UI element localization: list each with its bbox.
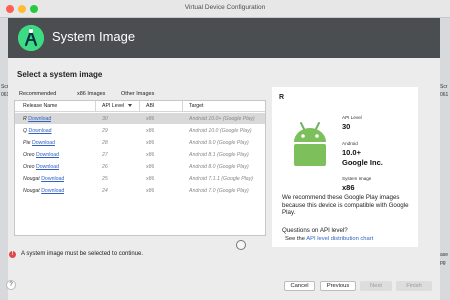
refresh-icon[interactable] bbox=[236, 240, 246, 250]
download-link[interactable]: Download bbox=[28, 116, 51, 122]
see-chart-line: See the API level distribution chart bbox=[285, 236, 373, 242]
abi-cell: x86 bbox=[146, 139, 155, 146]
abi-cell: x86 bbox=[146, 115, 155, 122]
api-level-cell: 26 bbox=[102, 163, 108, 170]
questions-text: Questions on API level? bbox=[282, 227, 348, 234]
column-header-api[interactable]: API Level bbox=[102, 103, 124, 109]
dialog-header: System Image bbox=[8, 18, 440, 58]
release-name: R bbox=[23, 115, 27, 122]
window-title: Virtual Device Configuration bbox=[184, 4, 266, 11]
background-text: 061 bbox=[440, 92, 449, 98]
see-prefix: See the bbox=[285, 236, 307, 242]
help-button[interactable]: ? bbox=[6, 280, 16, 290]
api-level-value: 30 bbox=[342, 122, 351, 131]
release-name: Oreo bbox=[23, 163, 35, 170]
target-cell: Android 8.1 (Google Play) bbox=[189, 151, 249, 158]
table-row[interactable]: Q Download 29 x86 Android 10.0 (Google P… bbox=[15, 125, 265, 136]
api-level-cell: 30 bbox=[102, 115, 108, 122]
table-row[interactable]: R Download 30 x86 Android 10.0+ (Google … bbox=[15, 113, 265, 124]
download-link[interactable]: Download bbox=[32, 140, 55, 146]
previous-button[interactable]: Previous bbox=[320, 281, 356, 291]
image-detail-panel: R API Level 30 Android 10.0+ Google Inc.… bbox=[272, 87, 418, 247]
android-label: Android bbox=[342, 141, 358, 146]
detail-title: R bbox=[279, 94, 285, 101]
error-icon: ! bbox=[9, 251, 16, 258]
abi-cell: x86 bbox=[146, 163, 155, 170]
background-text: pg bbox=[440, 260, 446, 266]
table-row[interactable]: Nougat Download 24 x86 Android 7.0 (Goog… bbox=[15, 185, 265, 196]
system-image-label: System Image bbox=[342, 176, 372, 181]
error-text: A system image must be selected to conti… bbox=[21, 251, 144, 257]
target-cell: Android 10.0 (Google Play) bbox=[189, 127, 252, 134]
download-link[interactable]: Download bbox=[36, 152, 59, 158]
download-link[interactable]: Download bbox=[36, 164, 59, 170]
column-header-release[interactable]: Release Name bbox=[23, 103, 57, 109]
system-image-table: Release Name API Level ABI Target R Down… bbox=[14, 100, 266, 236]
sort-descending-icon bbox=[128, 104, 132, 107]
android-studio-logo-icon bbox=[18, 25, 44, 51]
table-row[interactable]: Oreo Download 26 x86 Android 8.0 (Google… bbox=[15, 161, 265, 172]
target-cell: Android 10.0+ (Google Play) bbox=[189, 115, 255, 122]
system-image-value: x86 bbox=[342, 183, 355, 192]
abi-cell: x86 bbox=[146, 151, 155, 158]
api-level-cell: 28 bbox=[102, 139, 108, 146]
release-name: Oreo bbox=[23, 151, 35, 158]
target-cell: Android 8.0 (Google Play) bbox=[189, 163, 249, 170]
release-name: Q bbox=[23, 127, 28, 134]
recommendation-text: We recommend these Google Play images be… bbox=[282, 194, 409, 217]
background-text: Scr bbox=[440, 84, 448, 90]
abi-cell: x86 bbox=[146, 175, 155, 182]
next-button[interactable]: Next bbox=[360, 281, 392, 291]
target-cell: Android 7.1.1 (Google Play) bbox=[189, 175, 254, 182]
download-link[interactable]: Download bbox=[29, 128, 52, 134]
finish-button[interactable]: Finish bbox=[396, 281, 432, 291]
api-level-cell: 24 bbox=[102, 187, 108, 194]
background-text: ase bbox=[440, 252, 449, 258]
column-header-abi[interactable]: ABI bbox=[146, 103, 154, 109]
abi-cell: x86 bbox=[146, 127, 155, 134]
table-row[interactable]: Oreo Download 27 x86 Android 8.1 (Google… bbox=[15, 149, 265, 160]
table-row[interactable]: Nougat Download 25 x86 Android 7.1.1 (Go… bbox=[15, 173, 265, 184]
vendor-value: Google Inc. bbox=[342, 158, 383, 167]
api-distribution-link[interactable]: API level distribution chart bbox=[306, 236, 373, 242]
android-robot-icon bbox=[294, 122, 326, 166]
table-header: Release Name API Level ABI Target bbox=[15, 101, 265, 112]
column-divider bbox=[95, 101, 96, 112]
abi-cell: x86 bbox=[146, 187, 155, 194]
window-titlebar: Virtual Device Configuration bbox=[0, 0, 450, 18]
target-cell: Android 9.0 (Google Play) bbox=[189, 139, 249, 146]
api-level-cell: 27 bbox=[102, 151, 108, 158]
api-level-cell: 29 bbox=[102, 127, 108, 134]
cancel-button[interactable]: Cancel bbox=[284, 281, 315, 291]
release-name: Pie bbox=[23, 139, 31, 146]
page-title: System Image bbox=[52, 29, 136, 44]
release-name: Nougat bbox=[23, 187, 40, 194]
section-title: Select a system image bbox=[17, 70, 103, 79]
column-divider bbox=[182, 101, 183, 112]
download-link[interactable]: Download bbox=[41, 188, 64, 194]
target-cell: Android 7.0 (Google Play) bbox=[189, 187, 249, 194]
api-level-label: API Level bbox=[342, 115, 362, 120]
table-row[interactable]: Pie Download 28 x86 Android 9.0 (Google … bbox=[15, 137, 265, 148]
column-divider bbox=[139, 101, 140, 112]
api-level-cell: 25 bbox=[102, 175, 108, 182]
column-header-target[interactable]: Target bbox=[189, 103, 203, 109]
android-version-value: 10.0+ bbox=[342, 148, 361, 157]
download-link[interactable]: Download bbox=[41, 176, 64, 182]
release-name: Nougat bbox=[23, 175, 40, 182]
